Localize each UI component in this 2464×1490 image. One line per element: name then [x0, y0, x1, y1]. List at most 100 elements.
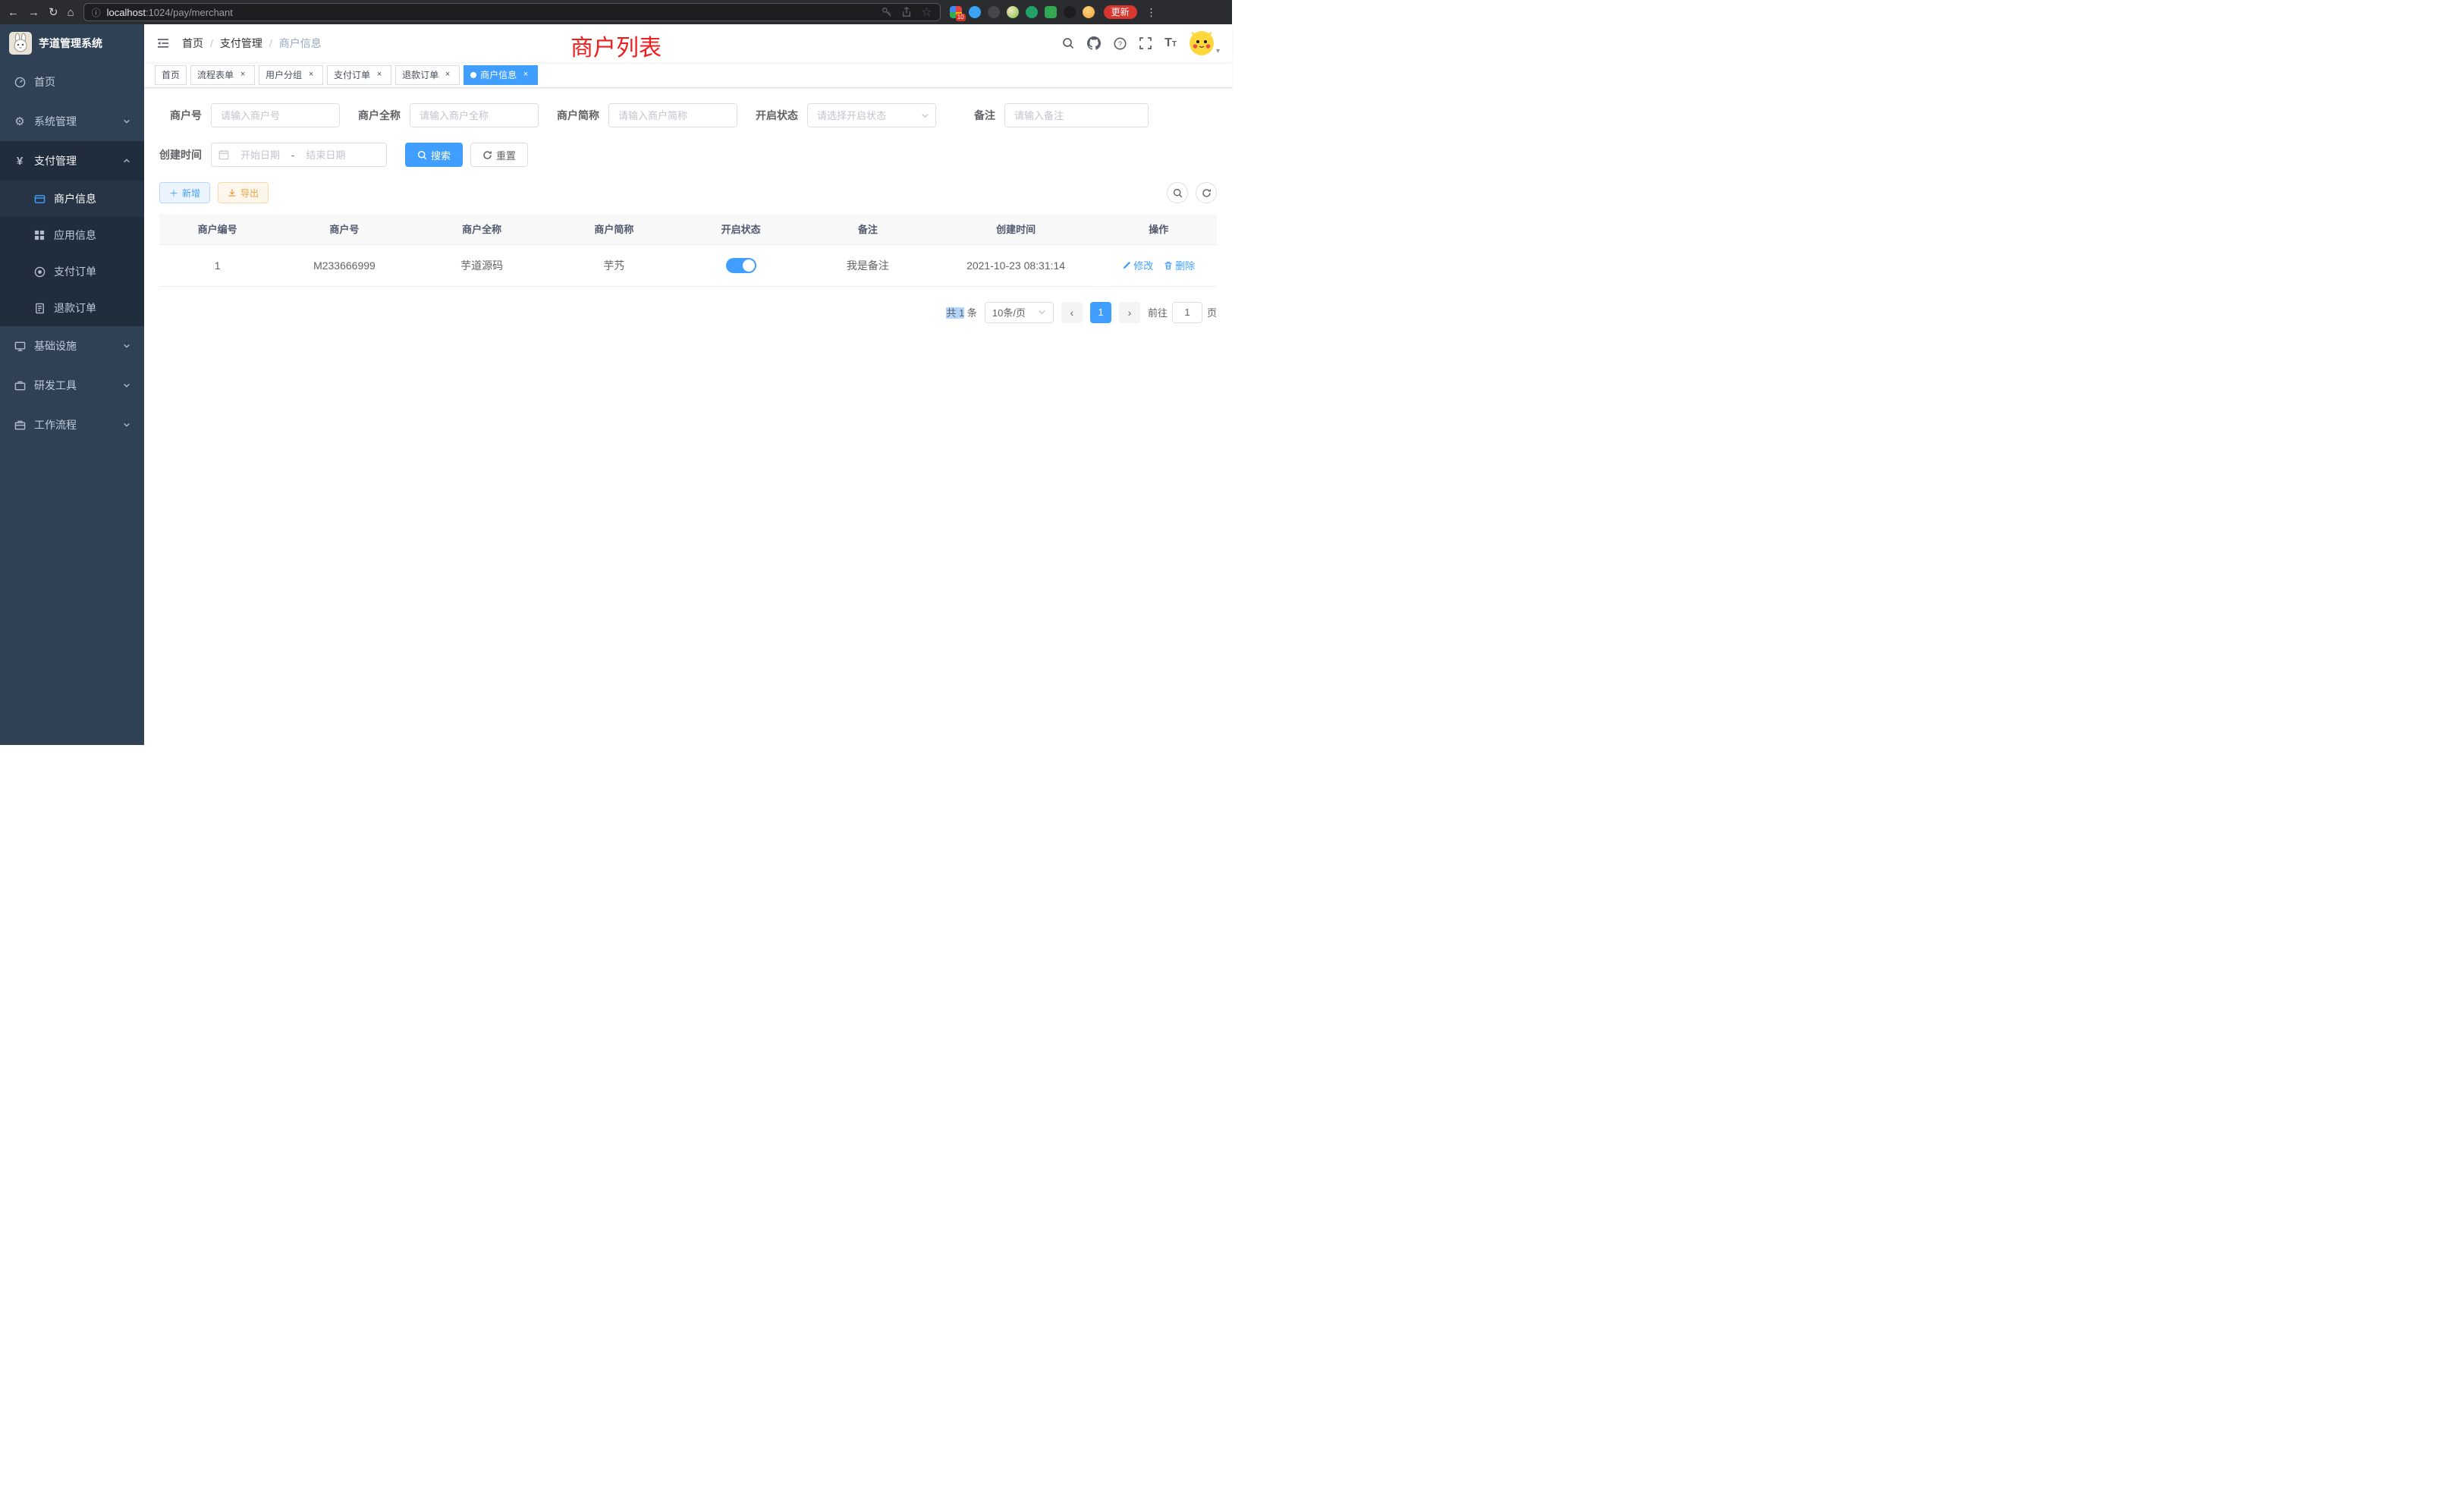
sidebar: 芋道管理系统 首页 ⚙ 系统管理 ¥ 支付管理 — [0, 24, 144, 745]
status-toggle[interactable] — [726, 258, 756, 273]
status-select[interactable] — [807, 103, 936, 127]
export-button-label: 导出 — [240, 187, 259, 200]
app-title: 芋道管理系统 — [39, 36, 102, 51]
help-icon[interactable]: ? — [1114, 37, 1127, 50]
column-header: 商户简称 — [551, 214, 677, 244]
extension-icon[interactable] — [1083, 6, 1095, 18]
next-page-button[interactable]: › — [1119, 302, 1140, 323]
bookmark-star-icon[interactable]: ☆ — [921, 5, 932, 20]
close-icon[interactable]: × — [237, 70, 248, 80]
address-bar[interactable]: ⓘ localhost:1024/pay/merchant ☆ — [83, 3, 941, 21]
add-button[interactable]: ＋ 新增 — [159, 182, 210, 203]
start-date-input[interactable] — [234, 149, 287, 162]
tab-user-group[interactable]: 用户分组× — [259, 65, 323, 85]
breadcrumb-home[interactable]: 首页 — [182, 36, 203, 51]
fullscreen-icon[interactable] — [1139, 37, 1152, 49]
extension-icon[interactable]: 10 — [950, 6, 962, 18]
app-logo[interactable]: 芋道管理系统 — [0, 24, 144, 62]
grid-icon — [33, 230, 46, 240]
export-button[interactable]: 导出 — [218, 182, 269, 203]
logo-avatar — [9, 32, 32, 55]
close-icon[interactable]: × — [306, 70, 316, 80]
sidebar-item-payment[interactable]: ¥ 支付管理 — [0, 141, 144, 181]
extension-icon[interactable] — [988, 6, 1000, 18]
sidebar-item-refund-order[interactable]: 退款订单 — [0, 290, 144, 326]
avatar — [1190, 31, 1214, 55]
reset-button[interactable]: 重置 — [470, 143, 528, 167]
github-icon[interactable] — [1087, 36, 1101, 50]
goto-page-input[interactable] — [1172, 302, 1202, 323]
tab-home[interactable]: 首页 — [155, 65, 187, 85]
forward-icon[interactable]: → — [28, 7, 39, 18]
merchant-no-input[interactable] — [211, 103, 340, 127]
cell-full-name: 芋道源码 — [413, 244, 551, 286]
extension-icon[interactable] — [1045, 6, 1057, 18]
menu-label: 支付订单 — [54, 264, 96, 279]
font-size-icon[interactable]: TT — [1164, 37, 1177, 49]
share-icon[interactable] — [901, 7, 912, 17]
sidebar-item-dev-tools[interactable]: 研发工具 — [0, 366, 144, 405]
page-content: 商户号 商户全称 商户简称 开启状态 — [144, 88, 1232, 745]
toggle-search-icon[interactable] — [1167, 182, 1188, 203]
end-date-input[interactable] — [299, 149, 352, 162]
browser-update-button[interactable]: 更新 — [1104, 5, 1137, 19]
document-icon — [33, 303, 46, 314]
tab-pay-order[interactable]: 支付订单 × — [327, 65, 391, 85]
close-icon[interactable]: × — [442, 70, 453, 80]
tags-view: 首页 流程表单× 用户分组× 支付订单 × 退款订单× 商户信息× — [144, 62, 1232, 88]
column-header: 开启状态 — [677, 214, 804, 244]
breadcrumb-payment[interactable]: 支付管理 — [220, 36, 262, 51]
sidebar-item-workflow[interactable]: 工作流程 — [0, 405, 144, 445]
short-name-label: 商户简称 — [557, 108, 599, 123]
user-avatar-menu[interactable]: ▾ — [1190, 31, 1220, 55]
extension-icon[interactable] — [1064, 6, 1076, 18]
edit-link[interactable]: 修改 — [1122, 258, 1153, 272]
dashboard-icon — [14, 77, 26, 88]
sidebar-item-system[interactable]: ⚙ 系统管理 — [0, 102, 144, 141]
hamburger-icon[interactable] — [156, 36, 170, 50]
full-name-input[interactable] — [410, 103, 539, 127]
search-icon[interactable] — [1062, 37, 1074, 49]
breadcrumb-separator: / — [269, 37, 272, 49]
sidebar-item-home[interactable]: 首页 — [0, 62, 144, 102]
reload-icon[interactable]: ↻ — [49, 7, 58, 18]
sidebar-menu: 首页 ⚙ 系统管理 ¥ 支付管理 — [0, 62, 144, 745]
page-size-select[interactable]: 10条/页 — [985, 302, 1054, 323]
payment-submenu: 商户信息 应用信息 支付订单 — [0, 181, 144, 326]
short-name-input[interactable] — [608, 103, 737, 127]
refresh-icon[interactable] — [1196, 182, 1217, 203]
extension-icon[interactable] — [969, 6, 981, 18]
prev-page-button[interactable]: ‹ — [1061, 302, 1083, 323]
breadcrumb: 首页 / 支付管理 / 商户信息 — [182, 36, 322, 51]
page-number-button[interactable]: 1 — [1090, 302, 1111, 323]
extension-icon[interactable] — [1026, 6, 1038, 18]
column-header: 创建时间 — [932, 214, 1101, 244]
site-info-icon[interactable]: ⓘ — [92, 6, 101, 19]
close-icon[interactable]: × — [374, 70, 385, 80]
remark-input[interactable] — [1004, 103, 1149, 127]
tab-refund-order[interactable]: 退款订单× — [395, 65, 460, 85]
sidebar-item-pay-order[interactable]: 支付订单 — [0, 253, 144, 290]
home-icon[interactable]: ⌂ — [68, 7, 74, 18]
close-icon[interactable]: × — [520, 70, 531, 80]
back-icon[interactable]: ← — [8, 7, 19, 18]
delete-link[interactable]: 删除 — [1164, 258, 1195, 272]
sidebar-item-merchant-info[interactable]: 商户信息 — [0, 181, 144, 217]
tab-label: 支付订单 — [334, 68, 370, 81]
sidebar-item-infrastructure[interactable]: 基础设施 — [0, 326, 144, 366]
top-navbar: 首页 / 支付管理 / 商户信息 ? TT — [144, 24, 1232, 62]
search-button[interactable]: 搜索 — [405, 143, 463, 167]
table-row: 1 M233666999 芋道源码 芋艿 我是备注 2021-10-23 08:… — [159, 244, 1217, 286]
delete-link-label: 删除 — [1175, 258, 1195, 272]
column-header: 操作 — [1101, 214, 1217, 244]
column-header: 商户全称 — [413, 214, 551, 244]
browser-menu-icon[interactable]: ⋮ — [1146, 6, 1157, 19]
extension-icon[interactable] — [1007, 6, 1019, 18]
password-key-icon[interactable] — [882, 7, 892, 17]
tab-process-form[interactable]: 流程表单× — [190, 65, 255, 85]
page-size-value: 10条/页 — [992, 305, 1026, 319]
tab-merchant-info[interactable]: 商户信息× — [464, 65, 538, 85]
sidebar-item-app-info[interactable]: 应用信息 — [0, 217, 144, 253]
create-time-range-picker[interactable]: - — [211, 143, 387, 167]
full-name-label: 商户全称 — [358, 108, 401, 123]
